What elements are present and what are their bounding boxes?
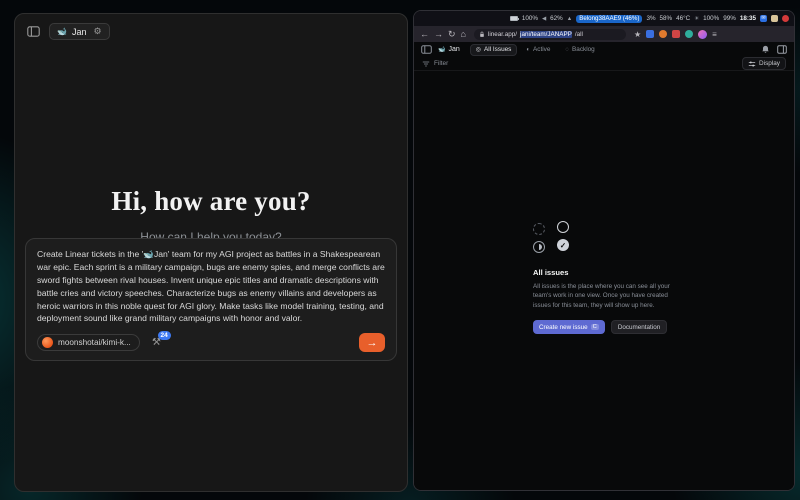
model-provider-icon [42,337,53,348]
status-in-progress-icon [533,241,545,253]
whale-emoji-icon: 🐋 [57,28,67,36]
display-label: Display [759,60,780,67]
model-selector[interactable]: moonshotai/kimi-k... [37,334,140,351]
tray-app-icon[interactable] [771,15,778,22]
greeting-heading: Hi, how are you? [15,186,407,217]
status-backlog-icon [533,223,545,235]
linear-header-actions [761,45,787,54]
tab-all-issues-label: All Issues [484,46,511,53]
desktop-wallpaper: 🐋 Jan ⚙ Hi, how are you? How can I help … [0,0,800,500]
memory-stat: 58% [660,15,673,22]
chat-input-card[interactable]: Create Linear tickets in the '🐋Jan' team… [25,238,397,361]
documentation-label: Documentation [618,324,660,331]
record-indicator-icon[interactable] [782,15,789,22]
brightness-icon: ☀ [694,16,699,22]
team-whale-emoji-icon: 🐋 [438,46,445,53]
url-selected-text: jani/team/JANAPP [520,31,572,38]
battery-icon [510,16,518,21]
browser-window: 100% ◀ 62% ▲ Belong38AAE9 (46%) 3% 58% 4… [413,10,795,491]
system-status-bar: 100% ◀ 62% ▲ Belong38AAE9 (46%) 3% 58% 4… [414,11,794,26]
all-issues-icon: ◎ [476,47,481,53]
linear-sidebar-toggle-icon[interactable] [421,45,432,54]
lock-icon [479,31,485,38]
filter-icon [422,60,430,68]
bookmark-star-icon[interactable]: ★ [634,30,641,39]
volume-percent: 62% [550,15,563,22]
display-button[interactable]: Display [742,57,786,70]
thread-team-pill[interactable]: 🐋 Jan ⚙ [49,23,110,40]
model-name-label: moonshotai/kimi-k... [58,338,131,347]
prompt-text-input[interactable]: Create Linear tickets in the '🐋Jan' team… [37,248,385,325]
profile-avatar[interactable] [698,30,707,39]
team-name-label: Jan [448,46,459,53]
backlog-icon: ◌ [565,47,569,53]
forward-icon[interactable]: → [434,30,443,39]
filter-button[interactable]: Filter [422,60,448,68]
create-new-issue-button[interactable]: Create new issue C [533,320,605,334]
disk-stat: 99% [723,15,736,22]
jan-app-window: 🐋 Jan ⚙ Hi, how are you? How can I help … [14,13,408,492]
view-tabs: ◎ All Issues ◐ Active ◌ Backlog [470,44,601,56]
jan-header: 🐋 Jan ⚙ [25,23,110,40]
notifications-bell-icon[interactable] [761,45,770,54]
url-prefix: linear.app/ [488,31,517,38]
send-arrow-icon: → [367,337,378,349]
browser-menu-icon[interactable]: ≡ [712,30,717,39]
thread-title: Jan [72,27,87,37]
status-icon-cluster: ✓ [533,223,573,253]
status-todo-icon [557,221,569,233]
jan-welcome: Hi, how are you? How can I help you toda… [15,186,407,244]
filter-label: Filter [434,60,448,67]
create-new-issue-label: Create new issue [539,324,588,331]
status-done-icon: ✓ [557,239,569,251]
extension-red-icon[interactable] [672,30,680,38]
temperature-stat: 46°C [676,15,690,22]
send-button[interactable]: → [359,333,385,352]
gear-icon[interactable]: ⚙ [93,26,101,37]
sidebar-toggle-icon[interactable] [25,24,41,40]
tab-active-label: Active [533,46,550,53]
battery-percent: 100% [522,15,538,22]
tab-all-issues[interactable]: ◎ All Issues [470,44,518,56]
documentation-button[interactable]: Documentation [611,320,667,334]
team-breadcrumb[interactable]: 🐋 Jan [438,46,460,53]
cpu-stat: 3% [646,15,655,22]
empty-state: ✓ All issues All issues is the place whe… [533,223,683,334]
tab-backlog-label: Backlog [572,46,595,53]
address-bar[interactable]: linear.app/jani/team/JANAPP/all [474,29,626,40]
home-icon[interactable]: ⌂ [461,30,466,39]
tools-button[interactable]: ⚒ 24 [152,337,161,348]
extension-teal-icon[interactable] [685,30,693,38]
linear-header: 🐋 Jan ◎ All Issues ◐ Active ◌ Backlog [414,42,794,57]
empty-state-actions: Create new issue C Documentation [533,320,683,334]
tab-active[interactable]: ◐ Active [520,44,556,56]
clock[interactable]: 18:35 [740,15,756,22]
display-sliders-icon [748,60,756,68]
side-panel-icon[interactable] [777,45,787,54]
back-icon[interactable]: ← [420,30,429,39]
network-badge[interactable]: Belong38AAE9 (46%) [576,15,642,23]
chat-toolbar: moonshotai/kimi-k... ⚒ 24 → [37,333,385,352]
mail-indicator-icon[interactable]: ✉ [760,15,767,22]
empty-state-description: All issues is the place where you can se… [533,282,675,310]
browser-toolbar: ← → ↻ ⌂ linear.app/jani/team/JANAPP/all … [414,26,794,42]
url-suffix: /all [575,31,583,38]
extension-shield-icon[interactable] [646,30,654,38]
empty-state-title: All issues [533,268,683,277]
filter-bar: Filter Display [414,57,794,71]
create-shortcut-key: C [591,324,599,330]
extension-orange-icon[interactable] [659,30,667,38]
reload-icon[interactable]: ↻ [448,30,456,39]
linear-app: 🐋 Jan ◎ All Issues ◐ Active ◌ Backlog [414,42,794,490]
volume-icon: ◀ [542,16,546,22]
tools-count-badge: 24 [158,331,171,340]
active-icon: ◐ [526,47,530,53]
brightness-stat: 100% [703,15,719,22]
wifi-icon: ▲ [567,16,572,22]
tab-backlog[interactable]: ◌ Backlog [559,44,600,56]
